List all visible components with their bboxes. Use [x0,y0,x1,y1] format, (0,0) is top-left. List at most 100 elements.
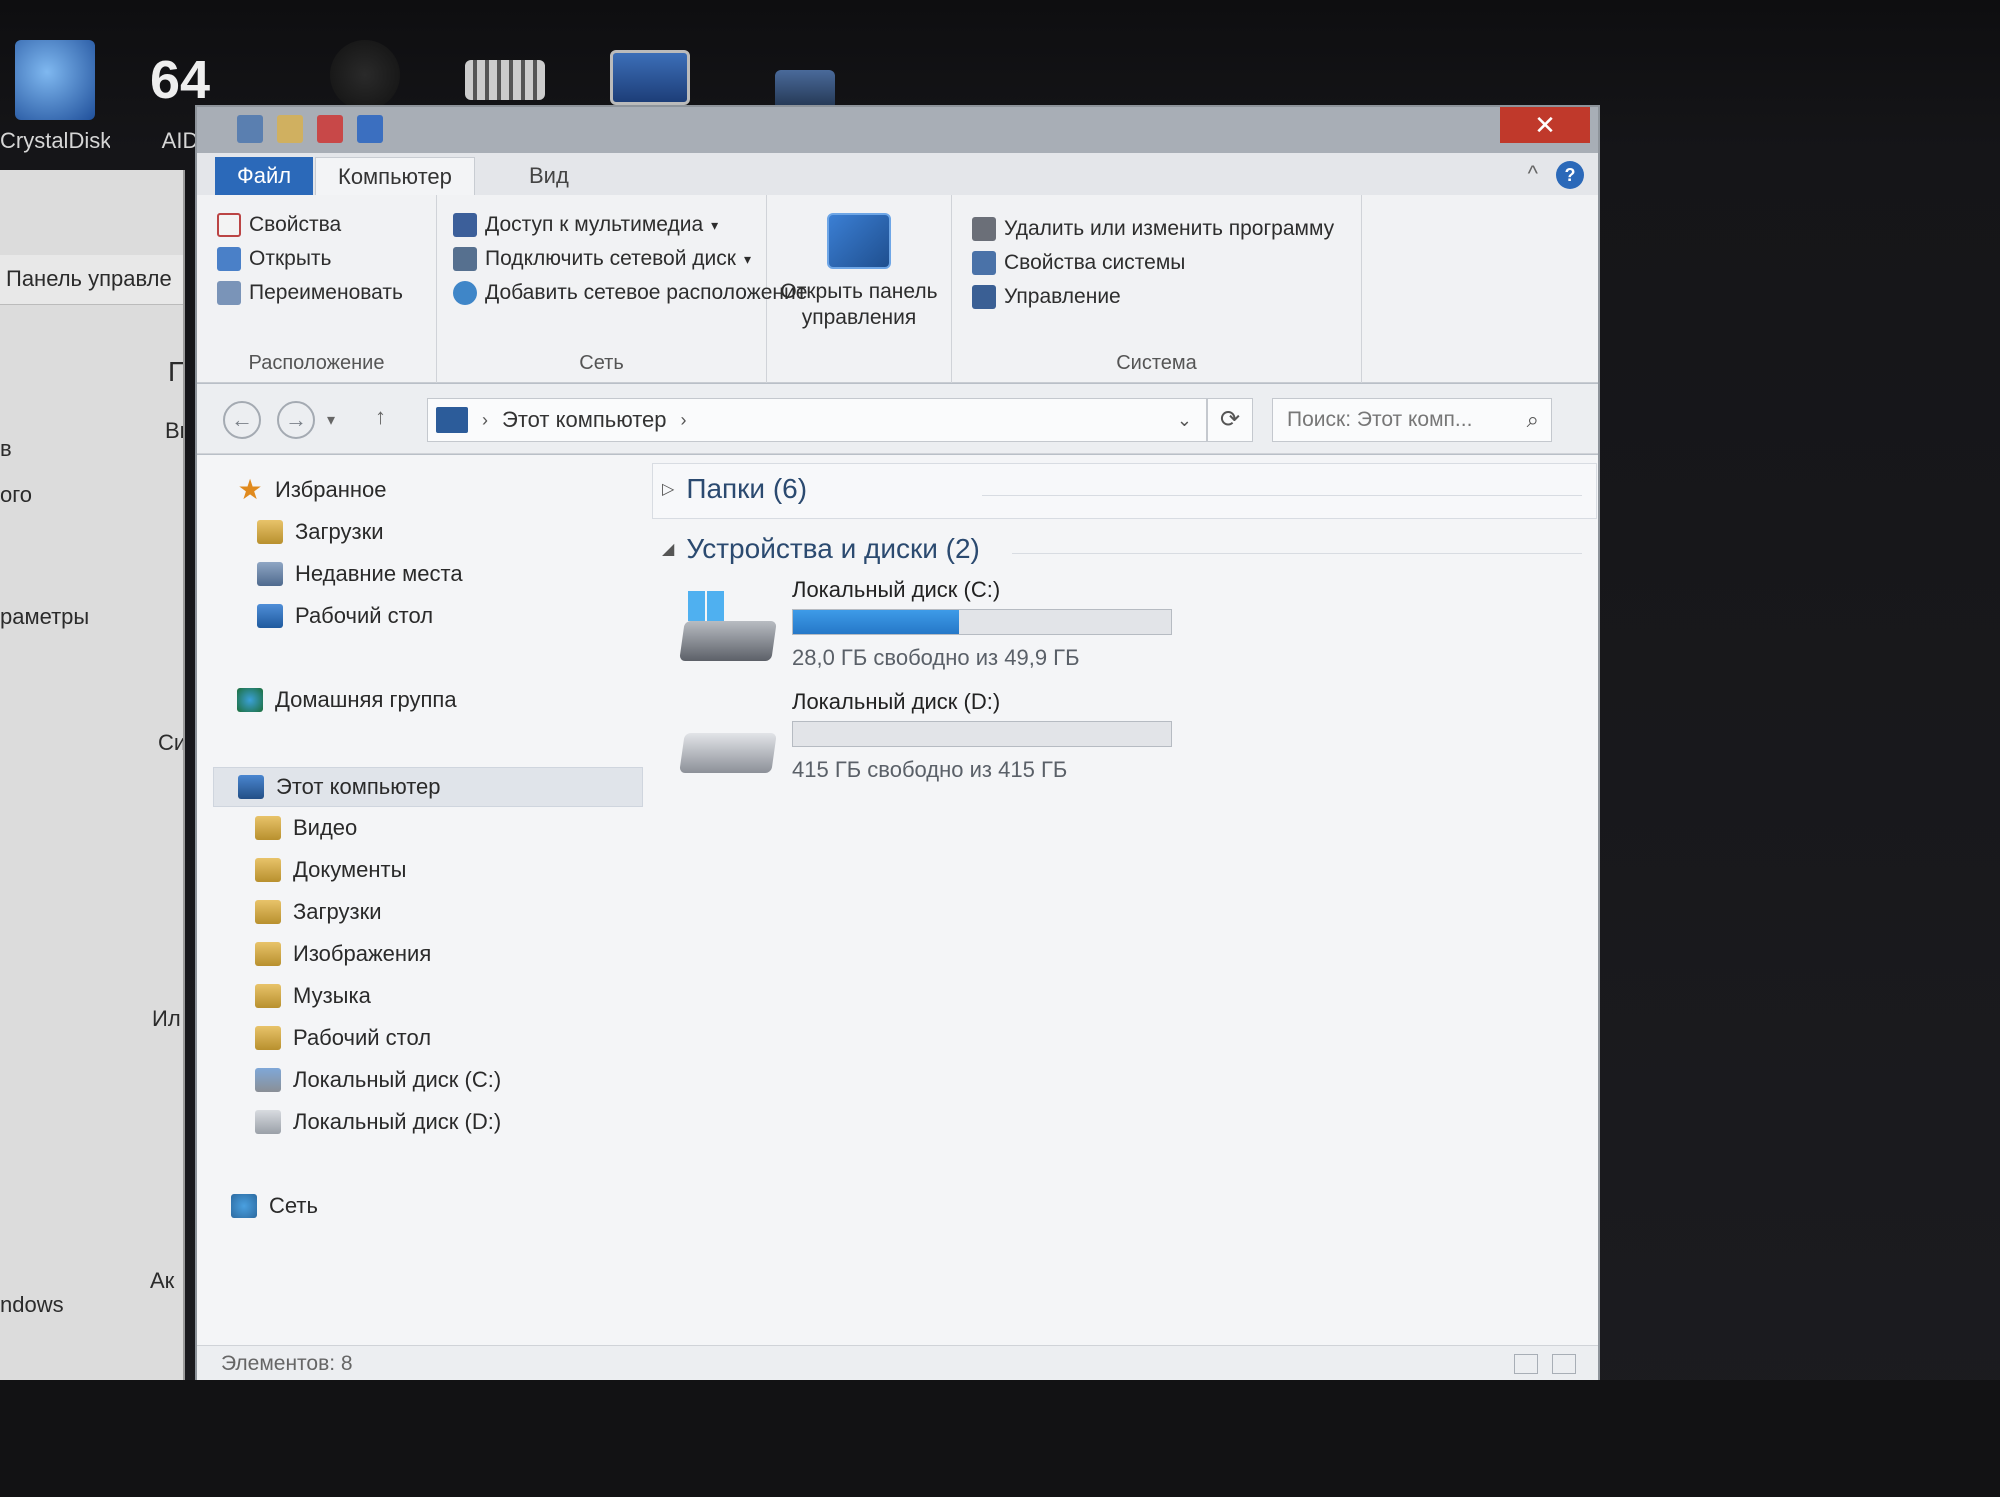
tab-file[interactable]: Файл [215,157,314,195]
pictures-folder-icon [255,942,281,966]
tree-item-label: Избранное [275,477,387,502]
tree-item-drive-d[interactable]: Локальный диск (D:) [255,1109,501,1135]
tree-item-desktop[interactable]: Рабочий стол [257,603,433,629]
tree-item-label: Видео [293,815,358,840]
collapse-arrow-icon: ◢ [662,541,675,558]
expand-arrow-icon: ▷ [662,481,675,498]
collapse-ribbon-icon[interactable]: ^ [1528,161,1538,187]
computer-icon [436,407,468,433]
tree-item-desktop-pc[interactable]: Рабочий стол [255,1025,431,1051]
back-button[interactable]: ← [223,401,261,439]
search-input[interactable]: Поиск: Этот комп... ⌕ [1272,398,1552,442]
manage-icon [972,285,996,309]
tree-item-pictures[interactable]: Изображения [255,941,431,967]
documents-folder-icon [255,858,281,882]
chevron-down-icon: ▾ [711,216,719,233]
tree-item-network[interactable]: Сеть [231,1193,318,1219]
windows-logo-icon [688,591,724,621]
breadcrumb-chevron-icon[interactable]: › [681,410,687,431]
devices-group-header[interactable]: ◢ Устройства и диски (2) [662,533,980,565]
title-bar[interactable]: ✕ [197,107,1598,153]
tree-item-videos[interactable]: Видео [255,815,357,841]
properties-button[interactable]: Свойства [217,213,341,237]
tree-item-downloads[interactable]: Загрузки [257,519,384,545]
explorer-window: ✕ Файл Компьютер Вид ^ ? Свойства Открыт… [195,105,1600,1382]
tree-item-downloads-pc[interactable]: Загрузки [255,899,382,925]
tree-item-documents[interactable]: Документы [255,857,406,883]
tree-item-label: Музыка [293,983,371,1008]
media-access-button[interactable]: Доступ к мультимедиа ▾ [453,213,718,237]
monitor-bezel [0,1380,2000,1497]
downloads-folder-icon [257,520,283,544]
new-folder-qat-icon[interactable] [277,115,303,143]
up-button[interactable]: ↑ [375,404,386,430]
drive-item-c[interactable]: Локальный диск (C:) 28,0 ГБ свободно из … [679,577,1282,687]
open-control-panel-button[interactable]: Открыть панель управления [779,213,939,331]
open-button[interactable]: Открыть [217,247,331,271]
tree-item-label: Рабочий стол [293,1025,432,1050]
desktop-folder-icon [255,1026,281,1050]
tab-view[interactable]: Вид [507,157,591,195]
drive-d-icon [255,1110,281,1134]
uninstall-program-label: Удалить или изменить программу [1004,217,1335,240]
control-panel-label-line2: управления [801,306,917,329]
network-location-icon [453,281,477,305]
group-divider [1012,553,1582,554]
drive-item-d[interactable]: Локальный диск (D:) 415 ГБ свободно из 4… [679,689,1282,799]
tree-item-music[interactable]: Музыка [255,983,371,1009]
details-view-icon[interactable] [1514,1354,1538,1374]
items-count: Элементов: 8 [221,1352,353,1375]
breadcrumb-this-pc[interactable]: Этот компьютер [502,407,667,433]
star-icon: ★ [237,474,263,505]
drive-usage-bar [792,721,1172,747]
tree-item-label: Рабочий стол [295,603,434,628]
close-button[interactable]: ✕ [1500,107,1590,143]
drive-free-space: 415 ГБ свободно из 415 ГБ [792,757,1068,782]
desktop-icon-crystaldisk[interactable]: CrystalDisk... [0,40,110,170]
properties-label: Свойства [249,213,342,236]
drive-name: Локальный диск (D:) [792,689,1001,714]
background-text: в [0,436,12,461]
background-text: П [168,356,183,388]
group-divider [982,495,1582,496]
rename-button[interactable]: Переименовать [217,281,403,305]
manage-button[interactable]: Управление [972,285,1121,309]
background-text: Ак [150,1268,175,1293]
ribbon-group-system: Удалить или изменить программу Свойства … [952,195,1362,383]
forward-button[interactable]: → [277,401,315,439]
system-drive-icon [679,591,777,663]
address-history-icon[interactable]: ⌄ [1177,410,1192,431]
ribbon: Свойства Открыть Переименовать Расположе… [197,195,1598,383]
tree-item-drive-c[interactable]: Локальный диск (C:) [255,1067,501,1093]
network-icon [231,1194,257,1218]
properties-qat-icon[interactable] [237,115,263,143]
tab-computer[interactable]: Компьютер [315,157,475,195]
save-qat-icon[interactable] [357,115,383,143]
tree-item-label: Загрузки [295,519,384,544]
uninstall-program-button[interactable]: Удалить или изменить программу [972,217,1334,241]
crystaldisk-icon [15,40,95,120]
address-bar[interactable]: › Этот компьютер › ⌄ [427,398,1207,442]
tree-item-recent-places[interactable]: Недавние места [257,561,463,587]
folders-group-header[interactable]: ▷ Папки (6) [662,473,807,505]
tree-item-label: Домашняя группа [275,687,457,712]
add-network-location-button[interactable]: Добавить сетевое расположение [453,281,807,305]
desktop-icon-label: CrystalDisk... [0,128,110,153]
control-panel-label-line1: Открыть панель [780,280,938,303]
recent-locations-icon[interactable]: ▾ [327,410,335,430]
drive-free-space: 28,0 ГБ свободно из 49,9 ГБ [792,645,1080,670]
large-icons-view-icon[interactable] [1552,1354,1576,1374]
rename-qat-icon[interactable] [317,115,343,143]
map-network-drive-button[interactable]: Подключить сетевой диск ▾ [453,247,751,271]
ribbon-group-label: Сеть [579,352,624,374]
drive-icon [679,703,777,775]
media-icon [453,213,477,237]
tree-item-favorites[interactable]: ★ Избранное [237,474,387,505]
tree-item-label: Документы [293,857,407,882]
tree-item-homegroup[interactable]: Домашняя группа [237,687,457,713]
background-text: раметры [0,604,90,629]
refresh-button[interactable]: ⟳ [1207,398,1253,442]
tree-item-this-pc[interactable]: Этот компьютер [213,767,643,807]
help-icon[interactable]: ? [1556,161,1584,189]
system-properties-button[interactable]: Свойства системы [972,251,1185,275]
